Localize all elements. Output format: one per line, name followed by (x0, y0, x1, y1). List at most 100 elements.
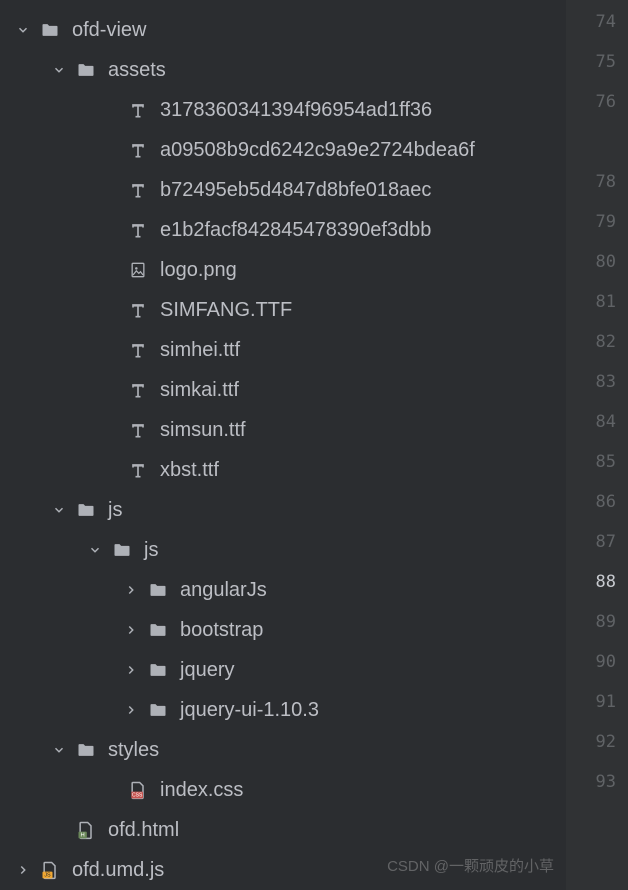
tree-folder-bootstrap[interactable]: bootstrap (0, 610, 566, 650)
js-file-icon: JS (38, 860, 62, 880)
chevron-right-icon (122, 623, 140, 637)
tree-file-font[interactable]: e1b2facf842845478390ef3dbb (0, 210, 566, 250)
gutter-line-number: 84 (566, 402, 616, 442)
folder-icon (146, 620, 170, 640)
gutter-line-number: 87 (566, 522, 616, 562)
file-label: ofd.umd.js (72, 850, 164, 890)
tree-folder-js[interactable]: js (0, 490, 566, 530)
html-file-icon: H (74, 820, 98, 840)
font-file-icon (126, 380, 150, 400)
font-file-icon (126, 340, 150, 360)
folder-icon (74, 60, 98, 80)
tree-file-font[interactable]: SIMFANG.TTF (0, 290, 566, 330)
gutter-line-number: 91 (566, 682, 616, 722)
chevron-down-icon (14, 23, 32, 37)
folder-icon (146, 580, 170, 600)
file-label: simsun.ttf (160, 410, 246, 450)
tree-folder-js-inner[interactable]: js (0, 530, 566, 570)
gutter-line-number: 76 (566, 82, 616, 142)
chevron-down-icon (86, 543, 104, 557)
gutter-line-number: 90 (566, 642, 616, 682)
file-label: SIMFANG.TTF (160, 290, 292, 330)
tree-folder-jquery-ui[interactable]: jquery-ui-1.10.3 (0, 690, 566, 730)
gutter-line-number: 78 (566, 162, 616, 202)
file-label: ofd.html (108, 810, 179, 850)
file-label: a09508b9cd6242c9a9e2724bdea6f (160, 130, 475, 170)
file-label: simkai.ttf (160, 370, 239, 410)
editor-gutter: 74 75 76 78 79 80 81 82 83 84 85 86 87 8… (566, 0, 628, 890)
gutter-line-number: 85 (566, 442, 616, 482)
folder-label: assets (108, 50, 166, 90)
file-tree: ofd-view assets 3178360341394f96954ad1ff… (0, 0, 566, 890)
folder-label: jquery (180, 650, 234, 690)
image-file-icon (126, 260, 150, 280)
file-label: logo.png (160, 250, 237, 290)
tree-file-image[interactable]: logo.png (0, 250, 566, 290)
tree-file-font[interactable]: simkai.ttf (0, 370, 566, 410)
svg-text:H: H (81, 833, 85, 839)
folder-icon (110, 540, 134, 560)
file-label: b72495eb5d4847d8bfe018aec (160, 170, 431, 210)
file-label: 3178360341394f96954ad1ff36 (160, 90, 432, 130)
gutter-line-number: 88 (566, 562, 616, 602)
chevron-right-icon (14, 863, 32, 877)
folder-label: angularJs (180, 570, 267, 610)
gutter-line-number: 75 (566, 42, 616, 82)
gutter-line-number (566, 142, 616, 162)
tree-file-js[interactable]: JS ofd.umd.js (0, 850, 566, 890)
gutter-line-number: 86 (566, 482, 616, 522)
tree-file-html[interactable]: H ofd.html (0, 810, 566, 850)
chevron-right-icon (122, 583, 140, 597)
font-file-icon (126, 140, 150, 160)
gutter-line-number: 74 (566, 2, 616, 42)
font-file-icon (126, 180, 150, 200)
chevron-down-icon (50, 503, 68, 517)
gutter-line-number: 93 (566, 762, 616, 802)
gutter-line-number (566, 802, 616, 842)
font-file-icon (126, 460, 150, 480)
chevron-right-icon (122, 703, 140, 717)
file-label: simhei.ttf (160, 330, 240, 370)
tree-file-font[interactable]: b72495eb5d4847d8bfe018aec (0, 170, 566, 210)
font-file-icon (126, 300, 150, 320)
font-file-icon (126, 100, 150, 120)
font-file-icon (126, 420, 150, 440)
tree-file-font[interactable]: simhei.ttf (0, 330, 566, 370)
file-label: index.css (160, 770, 243, 810)
font-file-icon (126, 220, 150, 240)
svg-text:JS: JS (44, 873, 51, 879)
css-file-icon: CSS (126, 780, 150, 800)
tree-folder-ofd-view[interactable]: ofd-view (0, 10, 566, 50)
tree-file-font[interactable]: simsun.ttf (0, 410, 566, 450)
svg-text:CSS: CSS (132, 793, 143, 799)
folder-label: js (108, 490, 122, 530)
tree-folder-styles[interactable]: styles (0, 730, 566, 770)
file-label: e1b2facf842845478390ef3dbb (160, 210, 431, 250)
tree-file-css[interactable]: CSS index.css (0, 770, 566, 810)
folder-icon (74, 500, 98, 520)
chevron-down-icon (50, 63, 68, 77)
gutter-line-number: 83 (566, 362, 616, 402)
folder-label: styles (108, 730, 159, 770)
folder-icon (38, 20, 62, 40)
tree-folder-angularjs[interactable]: angularJs (0, 570, 566, 610)
chevron-down-icon (50, 743, 68, 757)
chevron-right-icon (122, 663, 140, 677)
folder-label: bootstrap (180, 610, 263, 650)
tree-folder-jquery[interactable]: jquery (0, 650, 566, 690)
gutter-line-number: 80 (566, 242, 616, 282)
folder-label: jquery-ui-1.10.3 (180, 690, 319, 730)
gutter-line-number: 82 (566, 322, 616, 362)
tree-folder-assets[interactable]: assets (0, 50, 566, 90)
gutter-line-number: 89 (566, 602, 616, 642)
gutter-line-number: 79 (566, 202, 616, 242)
gutter-line-number: 92 (566, 722, 616, 762)
folder-label: js (144, 530, 158, 570)
gutter-line-number: 81 (566, 282, 616, 322)
folder-icon (146, 700, 170, 720)
file-label: xbst.ttf (160, 450, 219, 490)
tree-file-font[interactable]: xbst.ttf (0, 450, 566, 490)
tree-file-font[interactable]: 3178360341394f96954ad1ff36 (0, 90, 566, 130)
folder-icon (74, 740, 98, 760)
tree-file-font[interactable]: a09508b9cd6242c9a9e2724bdea6f (0, 130, 566, 170)
